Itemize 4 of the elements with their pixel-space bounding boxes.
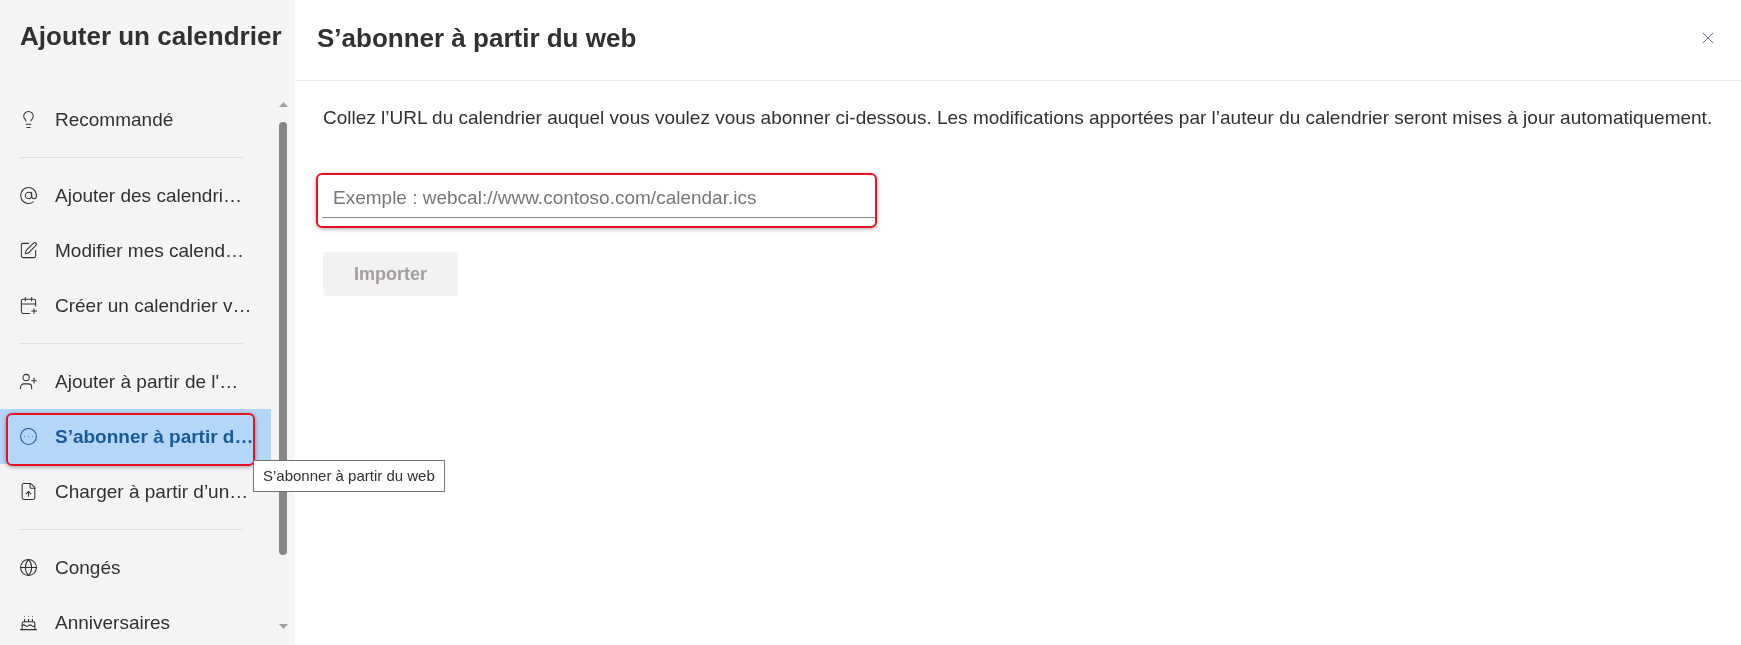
panel-title: S’abonner à partir du web — [317, 22, 637, 54]
tooltip: S’abonner à partir du web — [253, 460, 445, 492]
sidebar-title: Ajouter un calendrier — [20, 20, 282, 52]
description-text: Collez l’URL du calendrier auquel vous voulez vous abonner ci-dessous. Les modifications apportées par l’auteur du calendrier seront mises à jour automatiquement. — [323, 106, 1713, 129]
